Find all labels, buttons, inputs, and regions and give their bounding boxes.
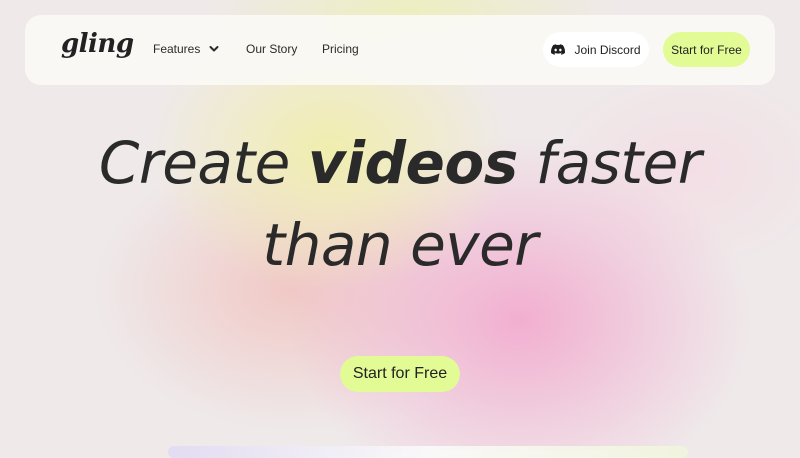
join-discord-button[interactable]: Join Discord <box>543 32 649 67</box>
chevron-down-icon <box>209 46 219 52</box>
nav-item-pricing-label: Pricing <box>322 42 359 56</box>
logo[interactable]: gling <box>61 29 134 59</box>
headline-line2: than ever <box>262 211 538 279</box>
bottom-preview-strip <box>168 446 688 458</box>
hero-start-for-free-button[interactable]: Start for Free <box>340 356 460 392</box>
nav-item-our-story[interactable]: Our Story <box>246 42 297 56</box>
nav-item-features-label: Features <box>153 42 201 56</box>
headline-line1-bold: videos <box>307 129 518 197</box>
nav-item-our-story-label: Our Story <box>246 42 298 56</box>
nav-item-pricing[interactable]: Pricing <box>322 42 359 56</box>
nav-start-for-free-label: Start for Free <box>671 42 742 57</box>
discord-icon <box>551 44 566 55</box>
nav-start-for-free-button[interactable]: Start for Free <box>663 32 750 67</box>
hero-headline: Create videos faster than ever <box>0 122 800 286</box>
headline-line1-post: faster <box>517 129 702 197</box>
headline-line1-pre: Create <box>98 129 308 197</box>
navbar: gling Features Our Story Pricing Join Di… <box>25 15 775 85</box>
join-discord-label: Join Discord <box>574 42 641 57</box>
hero-start-for-free-label: Start for Free <box>352 365 448 382</box>
nav-item-features[interactable]: Features <box>153 42 220 56</box>
